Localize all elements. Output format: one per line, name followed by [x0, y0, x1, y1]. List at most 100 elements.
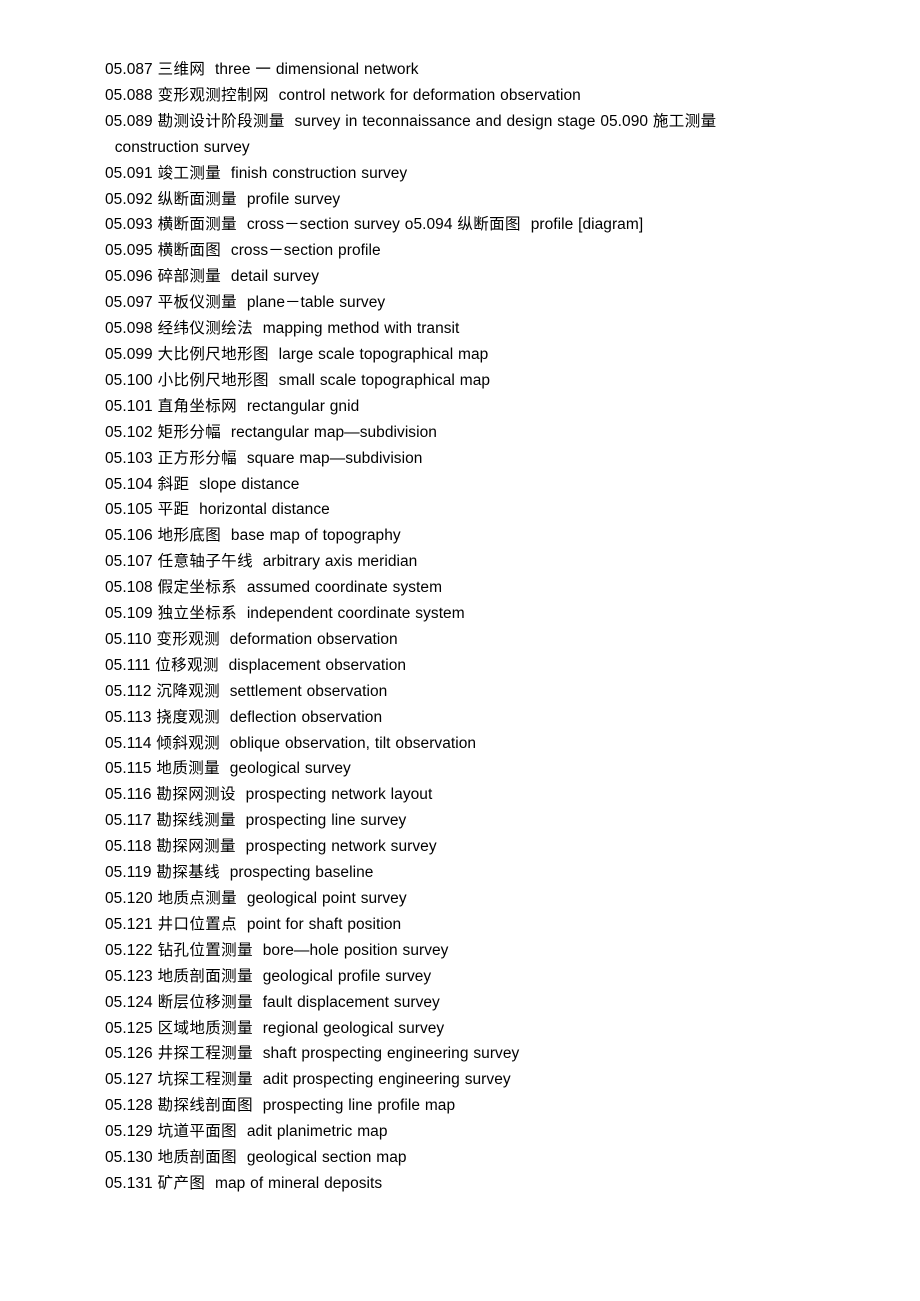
entry-number: 05.111: [105, 656, 151, 674]
glossary-entry: 05.129 坑道平面图 adit planimetric map: [105, 1122, 388, 1141]
entry-spacer: [253, 968, 263, 985]
entry-spacer: [220, 709, 230, 726]
entry-spacer: [237, 398, 247, 415]
entry-term-chinese: 纵断面图: [457, 215, 521, 234]
glossary-entry: 05.102 矩形分幅 rectangular map—subdivision: [105, 423, 437, 441]
entry-number: 05.128: [105, 1097, 153, 1115]
entry-term-chinese: 任意轴子午线: [157, 552, 253, 571]
entry-spacer: [269, 346, 279, 363]
entry-term-english: slope distance: [199, 475, 300, 493]
entry-term-chinese: 横断面图: [157, 241, 222, 260]
entry-term-english: geological point survey: [246, 890, 407, 907]
entry-term-chinese: 地质剖面测量: [157, 966, 253, 985]
entry-term-chinese: 断层位移测量: [157, 992, 253, 1011]
entry-spacer: [253, 942, 263, 959]
entry-term-chinese: 平距: [157, 500, 190, 519]
entry-term-english: finish construction survey: [230, 164, 408, 182]
entry-term-english: bore—hole position survey: [262, 941, 449, 959]
entry-spacer: [205, 61, 215, 78]
entry-spacer: [269, 87, 279, 104]
glossary-entry: 05.107 任意轴子午线 arbitrary axis meridian: [105, 552, 417, 571]
entry-term-english: mapping method with transit: [262, 320, 460, 338]
entry-term-english: displacement observation: [228, 656, 407, 674]
entry-term-english: three 一 dimensional network: [215, 61, 419, 78]
entry-term-english: adit planimetric map: [246, 1123, 388, 1141]
entry-number: 05.088: [105, 86, 153, 104]
entry-number: 05.103: [105, 449, 153, 467]
entry-spacer: [221, 527, 231, 544]
entry-term-english: profile survey: [246, 190, 341, 208]
entry-term-english: oblique observation, tilt observation: [229, 734, 477, 752]
glossary-entry: 05.095 横断面图 cross－section profile: [105, 241, 381, 260]
glossary-entry: 05.106 地形底图 base map of topography: [105, 526, 401, 545]
entry-spacer: [237, 916, 247, 933]
entry-spacer: [105, 139, 115, 156]
glossary-entry: 05.105 平距 horizontal distance: [105, 500, 330, 519]
entry-term-chinese: 坑道平面图: [157, 1122, 238, 1141]
entry-term-chinese: 斜距: [157, 474, 190, 493]
glossary-entry: 05.088 变形观测控制网 control network for defor…: [105, 86, 581, 104]
glossary-entry: 05.122 钻孔位置测量 bore—hole position survey: [105, 941, 449, 959]
entry-term-english: plane－table survey: [246, 294, 386, 312]
entry-term-chinese: 勘探线测量: [156, 811, 236, 830]
entry-term-chinese: 井探工程测量: [157, 1044, 253, 1063]
glossary-entry: 05.116 勘探网测设 prospecting network layout: [105, 785, 432, 804]
entry-term-english: horizontal distance: [199, 501, 330, 519]
entry-number: o5.094: [404, 216, 453, 234]
entry-term-english: independent coordinate system: [246, 605, 465, 623]
entry-spacer: [253, 1045, 263, 1062]
entry-term-chinese: 挠度观测: [156, 707, 221, 726]
entry-number: 05.124: [105, 993, 153, 1011]
entry-term-chinese: 经纬仪测绘法: [157, 319, 253, 338]
entry-term-chinese: 位移观测: [155, 655, 219, 674]
entry-term-english: assumed coordinate system: [246, 579, 443, 597]
entry-spacer: [220, 683, 230, 700]
glossary-entry: 05.091 竣工测量 finish construction survey: [105, 163, 408, 182]
glossary-entry: 05.120 地质点测量 geological point survey: [105, 889, 407, 907]
entry-number: 05.122: [105, 941, 153, 959]
entry-number: 05.116: [105, 786, 152, 804]
entry-term-english: deflection observation: [229, 708, 383, 726]
entry-number: 05.125: [105, 1019, 153, 1037]
entry-number: 05.106: [105, 527, 153, 545]
entry-term-english: adit prospecting engineering survey: [262, 1071, 511, 1089]
glossary-entry: 05.100 小比例尺地形图 small scale topographical…: [105, 371, 490, 389]
entry-spacer: [253, 1020, 263, 1037]
entry-number: 05.121: [105, 915, 153, 933]
glossary-entry: 05.110 变形观测 deformation observation: [105, 630, 398, 648]
entry-spacer: [189, 501, 199, 518]
entry-term-chinese: 独立坐标系: [157, 604, 238, 623]
entry-spacer: [236, 838, 246, 855]
entry-number: 05.091: [105, 164, 153, 182]
entry-number: 05.099: [105, 345, 153, 363]
entry-spacer: [253, 320, 263, 337]
entry-spacer: [253, 994, 263, 1011]
entry-term-chinese: 地质测量: [156, 759, 221, 778]
entry-number: 05.129: [105, 1123, 153, 1141]
entry-number: 05.098: [105, 320, 153, 338]
glossary-entry: 05.097 平板仪测量 plane－table survey: [105, 293, 386, 312]
entry-spacer: [220, 760, 230, 777]
entry-number: 05.113: [105, 708, 152, 726]
glossary-entry: 05.098 经纬仪测绘法 mapping method with transi…: [105, 319, 460, 338]
glossary-entry: 05.121 井口位置点 point for shaft position: [105, 915, 401, 933]
entry-spacer: [253, 1071, 263, 1088]
entry-spacer: [219, 657, 229, 674]
entry-number: 05.104: [105, 475, 153, 493]
entry-term-english: prospecting baseline: [229, 864, 374, 882]
entry-spacer: [237, 1149, 247, 1166]
entry-spacer: [220, 631, 230, 648]
entry-spacer: [237, 216, 247, 233]
entry-term-chinese: 勘探基线: [156, 863, 221, 882]
entry-spacer: [269, 372, 279, 389]
entry-spacer: [285, 113, 295, 130]
glossary-entry: 05.104 斜距 slope distance: [105, 474, 300, 493]
entry-spacer: [189, 476, 199, 493]
entry-term-chinese: 竣工测量: [157, 163, 222, 182]
entry-spacer: [237, 294, 247, 311]
entry-spacer: [237, 605, 247, 622]
entry-spacer: [221, 268, 231, 285]
entry-number: 05.130: [105, 1149, 153, 1167]
entry-term-chinese: 矿产图: [157, 1173, 206, 1192]
entry-number: 05.095: [105, 242, 153, 260]
